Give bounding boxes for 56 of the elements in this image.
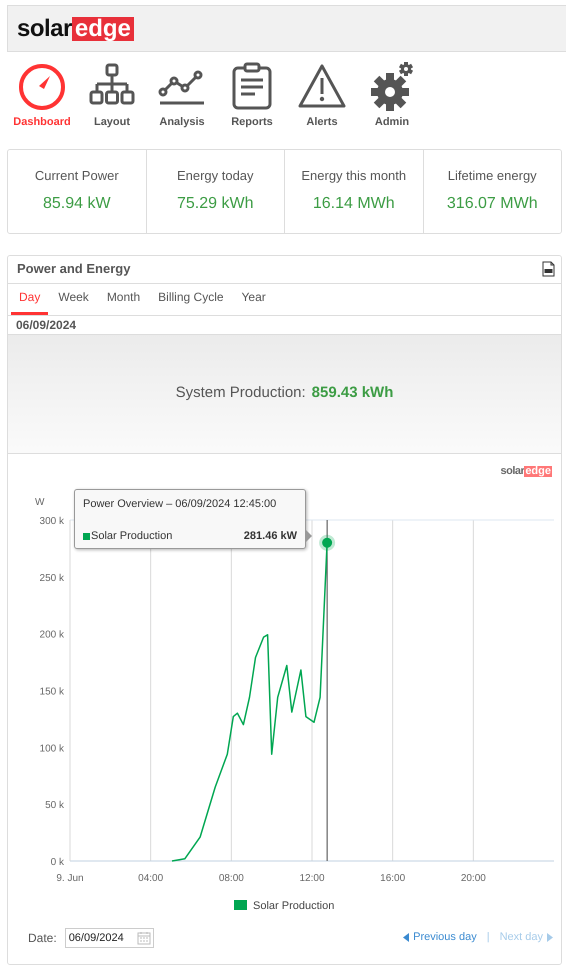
production-value: 859.43 kWh — [312, 383, 394, 404]
caret-right-icon — [547, 933, 553, 942]
legend-label: Solar Production — [253, 900, 334, 912]
x-tick-label: 04:00 — [138, 872, 164, 884]
nav-item[interactable]: Reports — [217, 62, 287, 130]
date-field-label: Date: — [28, 930, 57, 946]
previous-day-link[interactable]: Previous day — [403, 929, 477, 946]
x-tick-label: 16:00 — [380, 872, 406, 884]
link-separator: | — [486, 930, 490, 946]
period-tab[interactable]: Month — [98, 288, 148, 314]
logo-text: solar — [500, 466, 524, 476]
kpi-label: Lifetime energy — [448, 167, 537, 186]
y-tick-label: 200 k — [40, 629, 64, 640]
period-tab[interactable]: Day — [11, 288, 48, 314]
tooltip-title: Power Overview – 06/09/2024 12:45:00 — [83, 496, 278, 512]
kpi-value: 16.14 MWh — [312, 194, 395, 214]
x-tick-label: 08:00 — [218, 872, 244, 884]
kpi-value: 316.07 MWh — [446, 194, 538, 214]
hover-marker — [319, 534, 336, 550]
period-tab[interactable]: Week — [50, 288, 97, 314]
nav-item[interactable]: Alerts — [287, 62, 357, 130]
y-tick-label: 50 k — [45, 800, 64, 811]
nav-item[interactable]: Dashboard — [7, 62, 77, 130]
production-label: System Production: — [176, 383, 306, 404]
gauge-icon — [17, 62, 67, 112]
logo-text: edge — [524, 466, 552, 476]
series-swatch — [83, 532, 90, 540]
x-tick-label: 20:00 — [460, 872, 486, 884]
kpi-label: Energy today — [176, 167, 254, 186]
nav-item[interactable]: Analysis — [147, 62, 217, 130]
kpi-value: 75.29 kWh — [177, 194, 254, 214]
logo-text: edge — [72, 16, 134, 40]
y-tick-label: 300 k — [40, 516, 64, 526]
nav-item[interactable]: Admin — [357, 62, 427, 130]
legend-item[interactable]: Solar Production — [234, 900, 334, 912]
x-tick-label: 9. Jun — [56, 872, 84, 884]
date-field[interactable]: 06/09/2024 — [64, 928, 154, 948]
period-tab[interactable]: Billing Cycle — [150, 288, 232, 314]
kpi-label: Energy this month — [301, 167, 406, 186]
file-icon[interactable] — [542, 261, 555, 277]
y-axis-label: W — [35, 496, 44, 508]
y-tick-label: 250 k — [40, 572, 64, 584]
y-tick-label: 0 k — [50, 856, 64, 868]
period-tab[interactable]: Year — [234, 288, 274, 314]
nav-item[interactable]: Layout — [77, 62, 147, 130]
caret-left-icon — [403, 933, 410, 942]
date-label: 06/09/2024 — [15, 316, 78, 334]
tooltip-series: Solar Production — [91, 529, 172, 544]
kpi-value: 85.94 kW — [42, 194, 111, 214]
x-tick-label: 12:00 — [299, 872, 325, 884]
kpi-label: Current Power — [34, 167, 119, 186]
y-tick-label: 150 k — [40, 686, 64, 697]
panel-title: Power and Energy — [17, 260, 130, 278]
logo-text: solar — [17, 16, 72, 40]
y-tick-label: 100 k — [40, 742, 64, 754]
tooltip-value: 281.46 kW — [244, 529, 297, 544]
